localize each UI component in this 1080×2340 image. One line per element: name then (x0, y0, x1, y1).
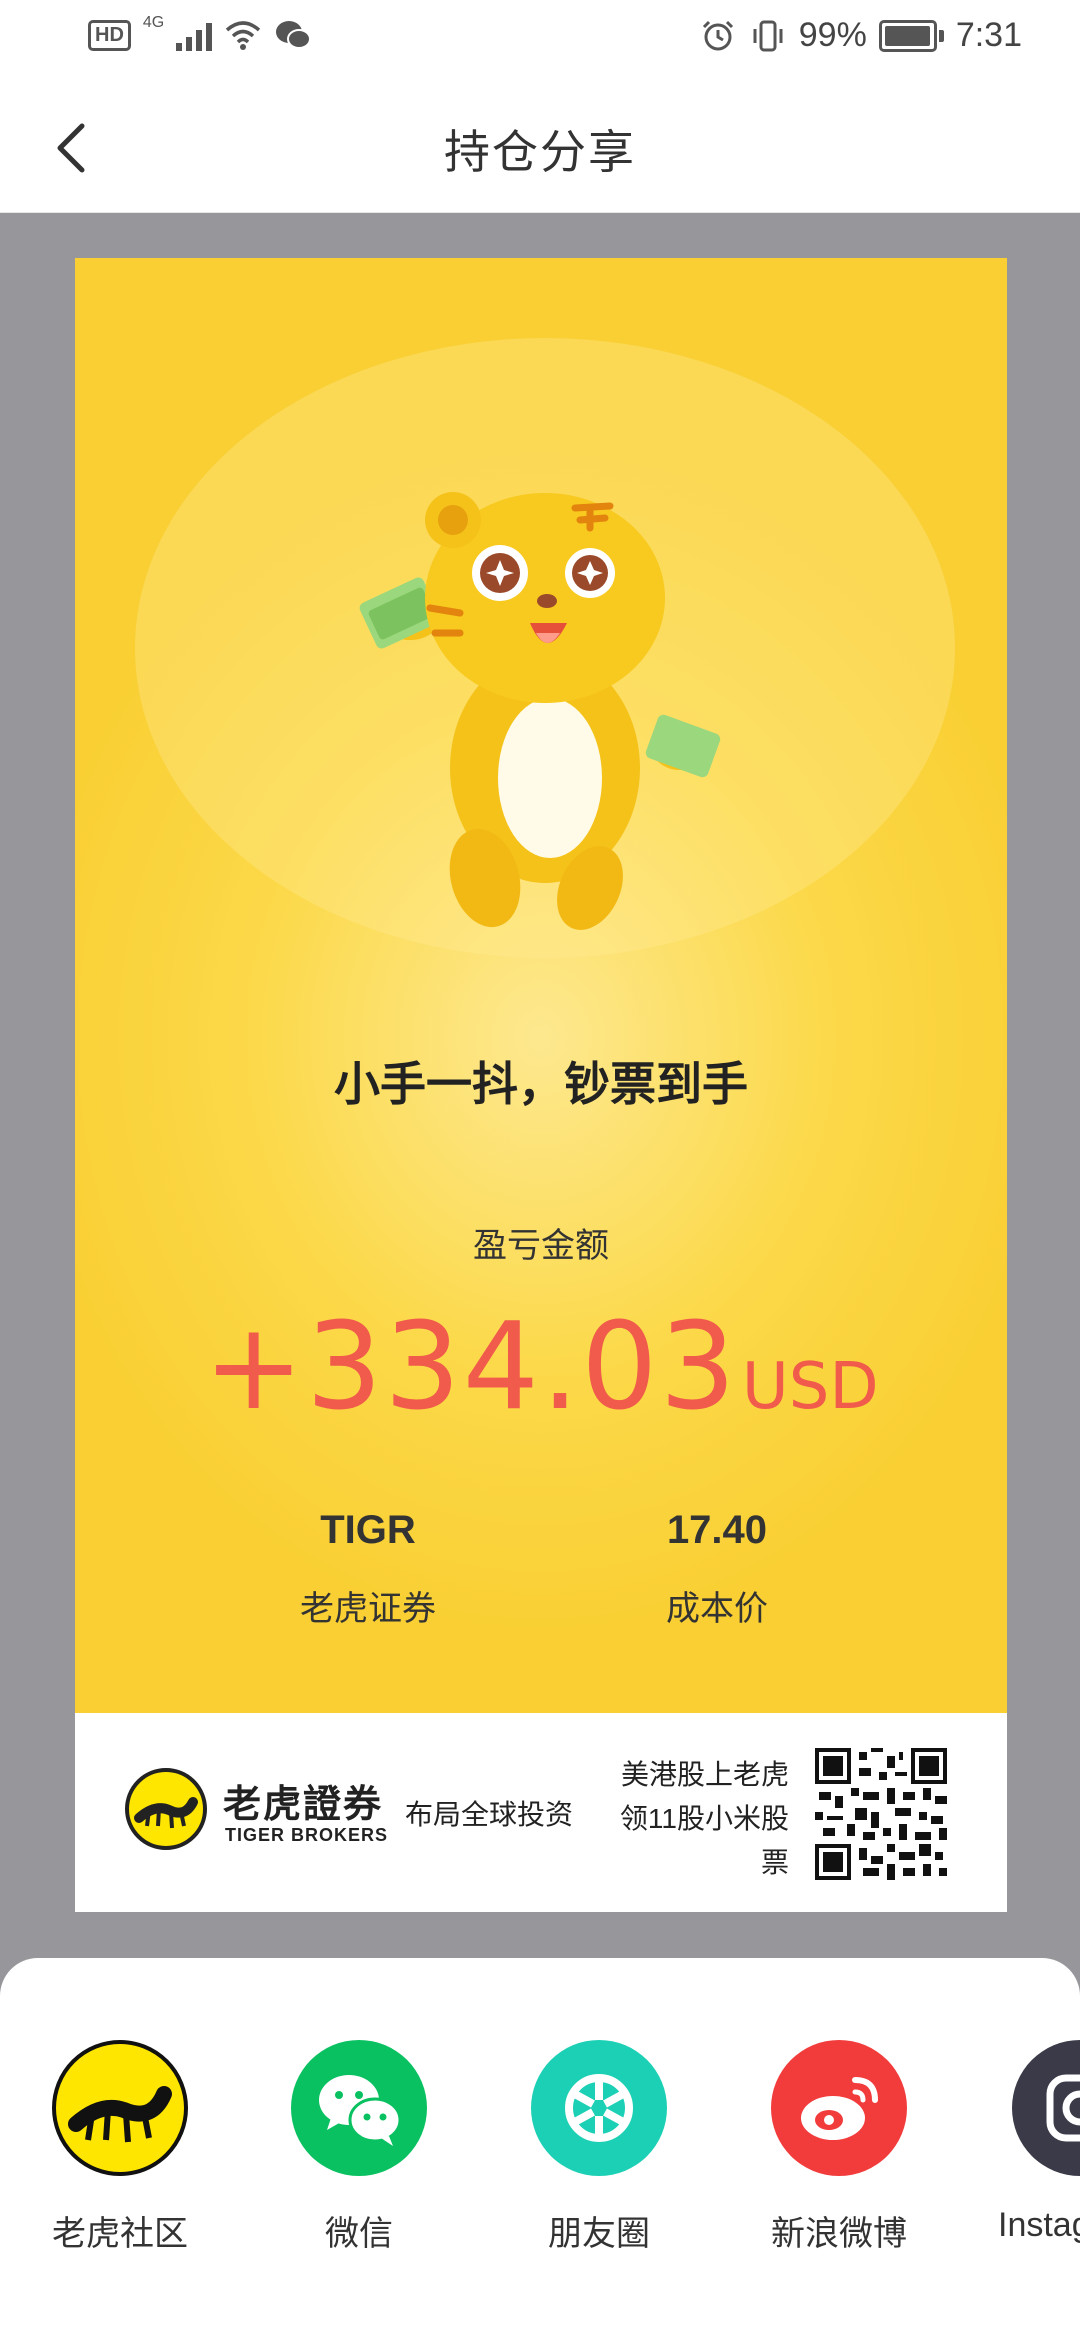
wechat-notification-icon (276, 21, 312, 49)
tiger-brokers-logo-icon (125, 1768, 207, 1850)
cost-price-value: 17.40 (666, 1508, 768, 1552)
brand-name: 老虎證券 (223, 1784, 384, 1826)
wifi-icon (226, 21, 261, 50)
share-weibo[interactable]: 新浪微博 (739, 2040, 939, 2255)
share-label: 老虎社区 (52, 2215, 188, 2253)
tiger-mascot-illustration (359, 492, 721, 930)
profit-loss-label: 盈亏金额 (473, 1227, 609, 1265)
status-right: 99% 7:31 (699, 16, 1022, 55)
stock-name: 老虎证券 (300, 1590, 436, 1628)
profit-loss-currency: USD (741, 1350, 879, 1424)
qr-code-icon (815, 1748, 947, 1880)
cost-price-block: 17.40 成本价 (567, 1508, 867, 1630)
profit-loss-amount: +334.03USD (75, 1298, 1007, 1437)
signal-icon (176, 19, 213, 51)
network-type-label: 4G (142, 14, 165, 31)
clock: 7:31 (955, 16, 1022, 54)
share-moments[interactable]: 朋友圈 (499, 2040, 699, 2255)
share-poster: 小手一抖，钞票到手 盈亏金额 +334.03USD TIGR 老虎证券 17.4… (75, 258, 1007, 1713)
status-left: HD 4G (88, 14, 312, 52)
promo-text-left: 布局全球投资 (405, 1799, 574, 1830)
tiger-community-icon (52, 2040, 188, 2176)
share-wechat[interactable]: 微信 (259, 2040, 459, 2255)
share-sheet: 老虎社区 微信 朋友圈 新浪微博 Insta (0, 1958, 1080, 2340)
battery-icon (878, 19, 944, 52)
slogan-text: 小手一抖，钞票到手 (334, 1058, 748, 1110)
stock-symbol-block: TIGR 老虎证券 (218, 1508, 518, 1630)
vibrate-icon (753, 20, 783, 51)
moments-icon (531, 2040, 667, 2176)
share-label: Instagram (998, 2206, 1080, 2244)
share-tiger-community[interactable]: 老虎社区 (20, 2040, 220, 2255)
share-label: 新浪微博 (771, 2215, 907, 2253)
hd-badge: HD (88, 19, 131, 51)
alarm-icon (702, 20, 733, 50)
stock-symbol: TIGR (320, 1508, 416, 1552)
instagram-icon (1012, 2040, 1080, 2176)
wechat-icon (291, 2040, 427, 2176)
watermark-text: 老虎社区 (942, 2259, 1062, 2292)
battery-percent: 99% (798, 16, 867, 54)
weibo-icon (771, 2040, 907, 2176)
cost-price-label: 成本价 (666, 1590, 768, 1628)
profit-loss-number: +334.03 (203, 1298, 738, 1437)
status-bar: HD 4G 99% 7:31 (0, 0, 1080, 80)
share-card: 小手一抖，钞票到手 盈亏金额 +334.03USD TIGR 老虎证券 17.4… (75, 258, 1007, 1912)
watermark-author: @ai多多 (989, 2302, 1058, 2322)
brand-english-name: TIGER BROKERS (225, 1825, 389, 1845)
share-label: 朋友圈 (548, 2215, 650, 2253)
share-instagram[interactable]: Instagram (980, 2040, 1080, 2245)
page-title: 持仓分享 (444, 126, 636, 178)
card-footer: 老虎證券 TIGER BROKERS 布局全球投资 美港股上老虎 领11股小米股… (75, 1713, 1007, 1912)
app-header: 持仓分享 (0, 80, 1080, 213)
promo-text-right: 美港股上老虎 领11股小米股票 (619, 1759, 789, 1878)
share-label: 微信 (325, 2215, 393, 2253)
